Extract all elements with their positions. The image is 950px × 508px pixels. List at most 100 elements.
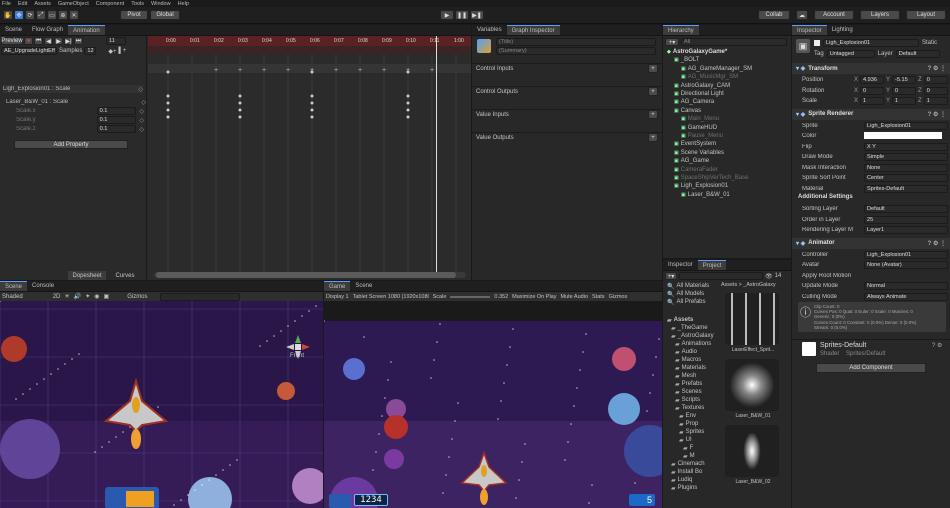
cloud-button[interactable]: ☁ (796, 10, 808, 20)
x-field[interactable]: 0 (860, 86, 885, 95)
add-component-button[interactable]: Add Component (816, 363, 926, 373)
project-folder[interactable]: ▰ UI (679, 436, 719, 444)
project-folder[interactable]: ▰ Animations (675, 340, 719, 348)
asset-thumbnail[interactable] (725, 359, 779, 411)
hierarchy-item[interactable]: ▣ AG_Game (674, 157, 709, 165)
project-folder[interactable]: ▰ Sprites (679, 428, 719, 436)
project-folder[interactable]: ▰ Prop (679, 420, 719, 428)
component-menu-icon[interactable]: ? ⚙ ⋮ (928, 240, 946, 247)
component-menu-icon[interactable]: ? ⚙ ⋮ (928, 111, 946, 118)
project-folder[interactable]: ▰ Env (679, 412, 719, 420)
project-folder[interactable]: ▰ Assets (667, 316, 719, 324)
gizmo-center[interactable] (295, 344, 301, 350)
keyframe-dot[interactable] (166, 115, 170, 119)
property-key-icon[interactable]: ◇ (141, 99, 146, 106)
property-row[interactable]: Laser_B&W_01 : Scale ◇ (6, 98, 146, 106)
project-folder[interactable]: ▰ M (683, 452, 719, 460)
hierarchy-item[interactable]: ▣ AG_MusicMgr_SM (681, 73, 738, 81)
next-frame-button[interactable]: ▶| (64, 37, 73, 45)
hierarchy-item[interactable]: ▣ Directional Light (674, 90, 724, 98)
property-key-icon[interactable]: ◇ (139, 117, 144, 124)
scale-slider[interactable] (450, 295, 491, 298)
transform-header[interactable]: ▾ ◈ Transform ? ⚙ ⋮ (792, 63, 950, 74)
project-folder[interactable]: ▰ _AstroGalaxy (671, 332, 719, 340)
property-row[interactable]: Scale.y 0.1 ◇ (16, 116, 144, 124)
keyframe-marker[interactable]: + (214, 67, 218, 74)
project-folder[interactable]: ▰ Install Bo (671, 468, 719, 476)
rect-tool-icon[interactable]: ▭ (47, 10, 57, 20)
game-canvas[interactable] (324, 301, 662, 508)
mute-toggle[interactable]: Mute Audio (560, 294, 588, 300)
keyframe-marker[interactable]: + (358, 67, 362, 74)
sprite-flip-field[interactable]: X Y (864, 142, 948, 151)
add-port-button[interactable]: + (648, 110, 658, 119)
pause-button[interactable]: ❚❚ (455, 10, 469, 20)
layout-button[interactable]: Layout (906, 10, 946, 20)
hierarchy-item[interactable]: ▣ AG_GameManager_SM (681, 65, 752, 73)
timeline-scroll-thumb[interactable] (156, 272, 456, 278)
y-field[interactable]: -5.15 (892, 76, 917, 84)
component-menu-icon[interactable]: ? ⚙ ⋮ (928, 65, 946, 72)
global-button[interactable]: Global (150, 10, 180, 20)
add-event-icon[interactable]: ▌+ (118, 48, 126, 54)
property-value-field[interactable]: 0.1 (96, 116, 137, 124)
property-key-icon[interactable]: ◇ (139, 108, 144, 115)
keyframe-dot[interactable] (310, 115, 314, 119)
scene-canvas[interactable] (0, 301, 323, 508)
tab-lighting[interactable]: Lighting (827, 25, 858, 35)
property-value-field[interactable]: 0.1 (96, 107, 137, 115)
keyframe-dot[interactable] (166, 101, 170, 105)
shading-dropdown[interactable]: Shaded (2, 294, 23, 300)
effects-icon[interactable]: ✦ (85, 293, 90, 300)
animator-header[interactable]: ▾ ◈ Animator ? ⚙ ⋮ (792, 237, 950, 249)
hierarchy-add-button[interactable]: +▾ (665, 38, 679, 46)
z-field[interactable]: 1 (923, 97, 948, 105)
hierarchy-item[interactable]: ▣ Pause_Menu (681, 132, 723, 140)
hierarchy-item[interactable]: ▣ AG_Camera (674, 98, 714, 106)
hierarchy-item[interactable]: ▣ SpaceShipVerTech_Base (674, 174, 748, 182)
preview-button[interactable]: Preview (1, 37, 23, 45)
custom-tool-icon[interactable]: ✕ (69, 10, 79, 20)
move-tool-icon[interactable]: ✥ (14, 10, 24, 20)
sprite-rendering-layer-m-field[interactable]: Layer1 (864, 226, 948, 234)
y-field[interactable]: 1 (892, 97, 917, 105)
animator-update-mode-field[interactable]: Normal (864, 282, 948, 290)
keyframe-dot[interactable] (310, 108, 314, 112)
property-key-icon[interactable]: ◇ (139, 126, 144, 133)
keyframe-dot[interactable] (238, 94, 242, 98)
z-field[interactable]: 0 (923, 76, 948, 84)
project-folder[interactable]: ▰ Macros (675, 356, 719, 364)
keyframe-marker[interactable]: + (238, 67, 242, 74)
keyframe-dot[interactable] (310, 70, 314, 74)
property-row[interactable]: Scale.z 0.1 ◇ (16, 125, 144, 133)
menu-item-help[interactable]: Help (178, 1, 189, 7)
transform-tool-icon[interactable]: ⊕ (58, 10, 68, 20)
x-field[interactable]: 1 (860, 97, 885, 105)
menu-item-tools[interactable]: Tools (131, 1, 144, 7)
sprite-draw-mode-field[interactable]: Simple (864, 153, 948, 161)
project-folder[interactable]: ▰ Scenes (675, 388, 719, 396)
hierarchy-item[interactable]: ▣ _BOLT (674, 56, 699, 64)
keyframe-dot[interactable] (166, 108, 170, 112)
hierarchy-item[interactable]: ▣ EventSystem (674, 140, 716, 148)
keyframe-dot[interactable] (406, 70, 410, 74)
sprite-order-in-layer-field[interactable]: 25 (864, 215, 948, 224)
layer-dropdown[interactable]: Default (895, 50, 940, 58)
keyframe-marker[interactable]: + (334, 67, 338, 74)
keyframe-dot[interactable] (406, 101, 410, 105)
property-row[interactable]: Scale.x 0.1 ◇ (16, 107, 144, 115)
hierarchy-item[interactable]: ▣ AstroGalaxy_CAM (674, 82, 730, 90)
samples-field[interactable]: 12 (84, 47, 97, 55)
animator-avatar-field[interactable]: None (Avatar) (864, 261, 948, 269)
property-value-field[interactable]: 0.1 (96, 125, 137, 133)
sprite-sorting-layer-field[interactable]: Default (864, 205, 948, 213)
tab-project[interactable]: Project (697, 260, 727, 270)
additional-settings-header[interactable]: Additional Settings (798, 194, 853, 200)
visibility-icon[interactable]: ◉ (94, 293, 99, 300)
tag-dropdown[interactable]: Untagged (826, 50, 875, 58)
last-frame-button[interactable]: ⏭ (74, 37, 83, 45)
tab-inspector[interactable]: Inspector (792, 25, 827, 35)
timeline-ruler[interactable]: 0:00 0:01 0:02 0:03 0:04 0:05 0:06 0:07 0:08 0:09… (148, 36, 471, 46)
tab-console[interactable]: Console (27, 281, 59, 291)
animator-culling-mode-field[interactable]: Always Animate (864, 292, 948, 301)
